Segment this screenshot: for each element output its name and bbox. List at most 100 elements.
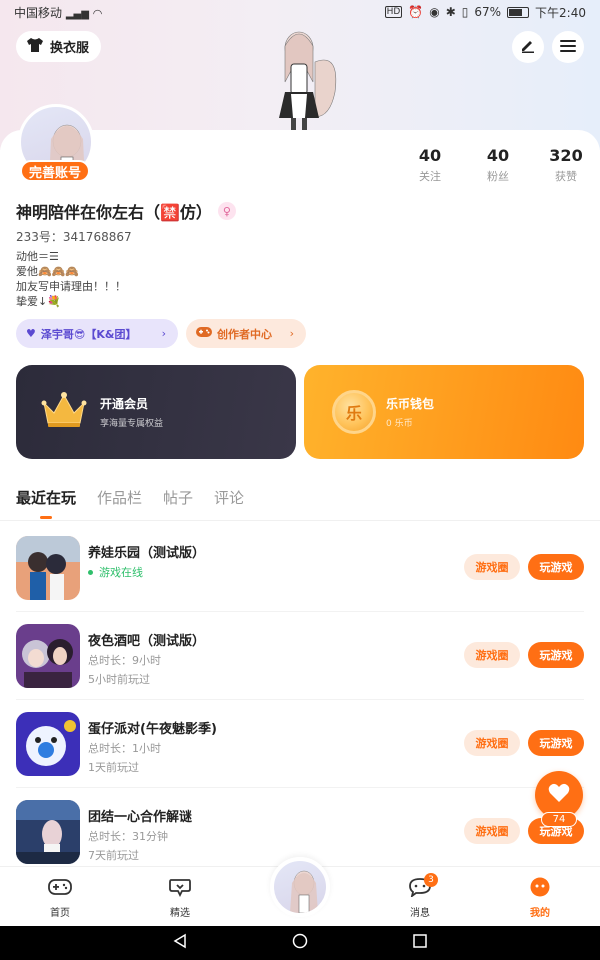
hamburger-menu-icon: [560, 38, 576, 57]
online-status: 游戏在线: [88, 564, 143, 580]
play-game-button[interactable]: 玩游戏: [528, 730, 584, 756]
pencil-icon: [520, 37, 536, 57]
chevron-right-icon: ›: [161, 327, 166, 340]
female-icon: ♀: [217, 202, 236, 220]
last-played: 1天前玩过: [88, 761, 139, 774]
play-game-button[interactable]: 玩游戏: [528, 554, 584, 580]
back-icon[interactable]: [172, 933, 188, 953]
club-tag[interactable]: ♥ 泽宇哥😎【K&团】 ›: [16, 319, 178, 348]
eye-icon: ◉: [429, 5, 440, 19]
game-thumbnail: [16, 624, 80, 688]
like-count: 74: [541, 812, 577, 827]
heart-icon: [548, 783, 570, 807]
edit-profile-button[interactable]: [512, 31, 544, 63]
vibrate-icon: ▯: [461, 5, 469, 19]
gamepad-icon: [196, 326, 212, 341]
total-playtime: 总时长：1小时: [88, 742, 161, 755]
profile-stats: 40 关注 40 粉丝 320 获赞: [396, 146, 600, 184]
game-row[interactable]: 夜色酒吧（测试版） 总时长：9小时 5小时前玩过 游戏圈 玩游戏: [0, 612, 600, 700]
last-played: 5小时前玩过: [88, 673, 150, 686]
username: 神明陪伴在你左右（🈲仿） ♀: [16, 199, 236, 223]
chat-icon: 3: [408, 873, 438, 901]
signal-icon: ▂▄▆: [65, 8, 89, 20]
bio-line: 挚爱↓💐: [16, 295, 61, 308]
nav-messages-label: 消息: [410, 908, 430, 919]
tab-works[interactable]: 作品栏: [97, 487, 142, 508]
gamepad-icon: [48, 879, 72, 901]
vip-membership-card[interactable]: 开通会员 享海量专属权益: [16, 365, 296, 459]
chevron-right-icon: ›: [289, 327, 294, 340]
bio-line: 加友写申请理由！！！: [16, 280, 126, 293]
stat-following[interactable]: 40 关注: [396, 146, 464, 184]
bio-line: 动他＝☰: [16, 250, 59, 263]
change-clothes-button[interactable]: 换衣服: [16, 31, 102, 62]
stat-followers[interactable]: 40 粉丝: [464, 146, 532, 184]
status-bar: 中国移动 ▂▄▆ ◠ HD ⏰ ◉ ✱ ▯ 67% 下午2:40: [0, 0, 600, 24]
wifi-icon: ◠: [92, 6, 103, 20]
bluetooth-icon: ✱: [445, 5, 456, 19]
tab-indicator: [40, 516, 52, 519]
face-icon: [529, 877, 551, 901]
carrier: 中国移动 ▂▄▆ ◠: [14, 5, 103, 20]
nav-home[interactable]: 首页: [30, 877, 90, 919]
vip-title: 开通会员: [100, 397, 149, 411]
total-playtime: 总时长：9小时: [88, 654, 161, 667]
stat-likes-label: 获赞: [555, 170, 577, 183]
game-circle-button[interactable]: 游戏圈: [464, 554, 520, 580]
nav-messages[interactable]: 3 消息: [390, 873, 450, 919]
tab-recently-played[interactable]: 最近在玩: [16, 487, 76, 508]
tab-posts[interactable]: 帖子: [163, 487, 193, 508]
game-name: 夜色酒吧（测试版）: [88, 634, 206, 649]
hd-icon: HD: [384, 6, 403, 18]
game-name: 团结一心合作解谜: [88, 810, 193, 825]
battery-percent: 67%: [474, 5, 502, 19]
stat-followers-count: 40: [486, 146, 510, 165]
crown-icon: [40, 391, 88, 433]
bio: 动他＝☰ 爱他🙈🙈🙈 加友写申请理由！！！ 挚爱↓💐: [16, 249, 126, 309]
stat-following-count: 40: [418, 146, 442, 165]
nav-featured[interactable]: 精选: [150, 877, 210, 919]
total-playtime: 总时长：31分钟: [88, 830, 168, 843]
wallet-title: 乐币钱包: [386, 397, 435, 411]
game-circle-button[interactable]: 游戏圈: [464, 818, 520, 844]
game-row[interactable]: 蛋仔派对(午夜魅影季) 总时长：1小时 1天前玩过 游戏圈 玩游戏: [0, 700, 600, 788]
nav-mine-label: 我的: [530, 908, 550, 919]
clock: 下午2:40: [535, 5, 586, 20]
nav-mine[interactable]: 我的: [510, 877, 570, 919]
game-circle-button[interactable]: 游戏圈: [464, 730, 520, 756]
change-clothes-label: 换衣服: [50, 41, 90, 56]
club-tag-label: 泽宇哥😎【K&团】: [40, 327, 137, 341]
coin-icon: 乐: [332, 390, 376, 434]
battery-icon: [507, 6, 530, 18]
recents-icon[interactable]: [412, 933, 428, 953]
profile-tabs: 最近在玩 作品栏 帖子 评论: [16, 487, 244, 508]
wallet-balance: 0 乐币: [386, 419, 413, 429]
system-nav-bar: [0, 926, 600, 960]
nav-avatar[interactable]: [270, 857, 330, 917]
game-thumbnail: [16, 536, 80, 600]
username-text: 神明陪伴在你左右（🈲仿）: [16, 203, 212, 222]
message-badge: 3: [424, 873, 438, 887]
heart-chat-icon: [168, 879, 192, 901]
tab-comments[interactable]: 评论: [214, 487, 244, 508]
status-right: HD ⏰ ◉ ✱ ▯ 67% 下午2:40: [384, 4, 586, 21]
avatar-character[interactable]: [255, 22, 345, 132]
heart-icon: ♥: [26, 327, 36, 340]
stat-likes-count: 320: [549, 146, 583, 165]
complete-account-badge[interactable]: 完善账号: [20, 160, 90, 182]
game-thumbnail: [16, 712, 80, 776]
play-game-button[interactable]: 玩游戏: [528, 642, 584, 668]
game-row[interactable]: 养娃乐园（测试版） 游戏在线 游戏圈 玩游戏: [0, 524, 600, 612]
shirt-icon: [26, 37, 44, 57]
home-icon[interactable]: [292, 933, 308, 953]
vip-subtitle: 享海量专属权益: [100, 419, 164, 429]
stat-likes[interactable]: 320 获赞: [532, 146, 600, 184]
game-circle-button[interactable]: 游戏圈: [464, 642, 520, 668]
divider: [0, 520, 600, 521]
coin-wallet-card[interactable]: 乐 乐币钱包 0 乐币: [304, 365, 584, 459]
creator-center-tag[interactable]: 创作者中心 ›: [186, 319, 306, 348]
menu-button[interactable]: [552, 31, 584, 63]
last-played: 7天前玩过: [88, 849, 139, 862]
alarm-icon: ⏰: [408, 5, 424, 19]
bottom-nav: 首页 精选 3 消息 我的: [0, 857, 600, 926]
